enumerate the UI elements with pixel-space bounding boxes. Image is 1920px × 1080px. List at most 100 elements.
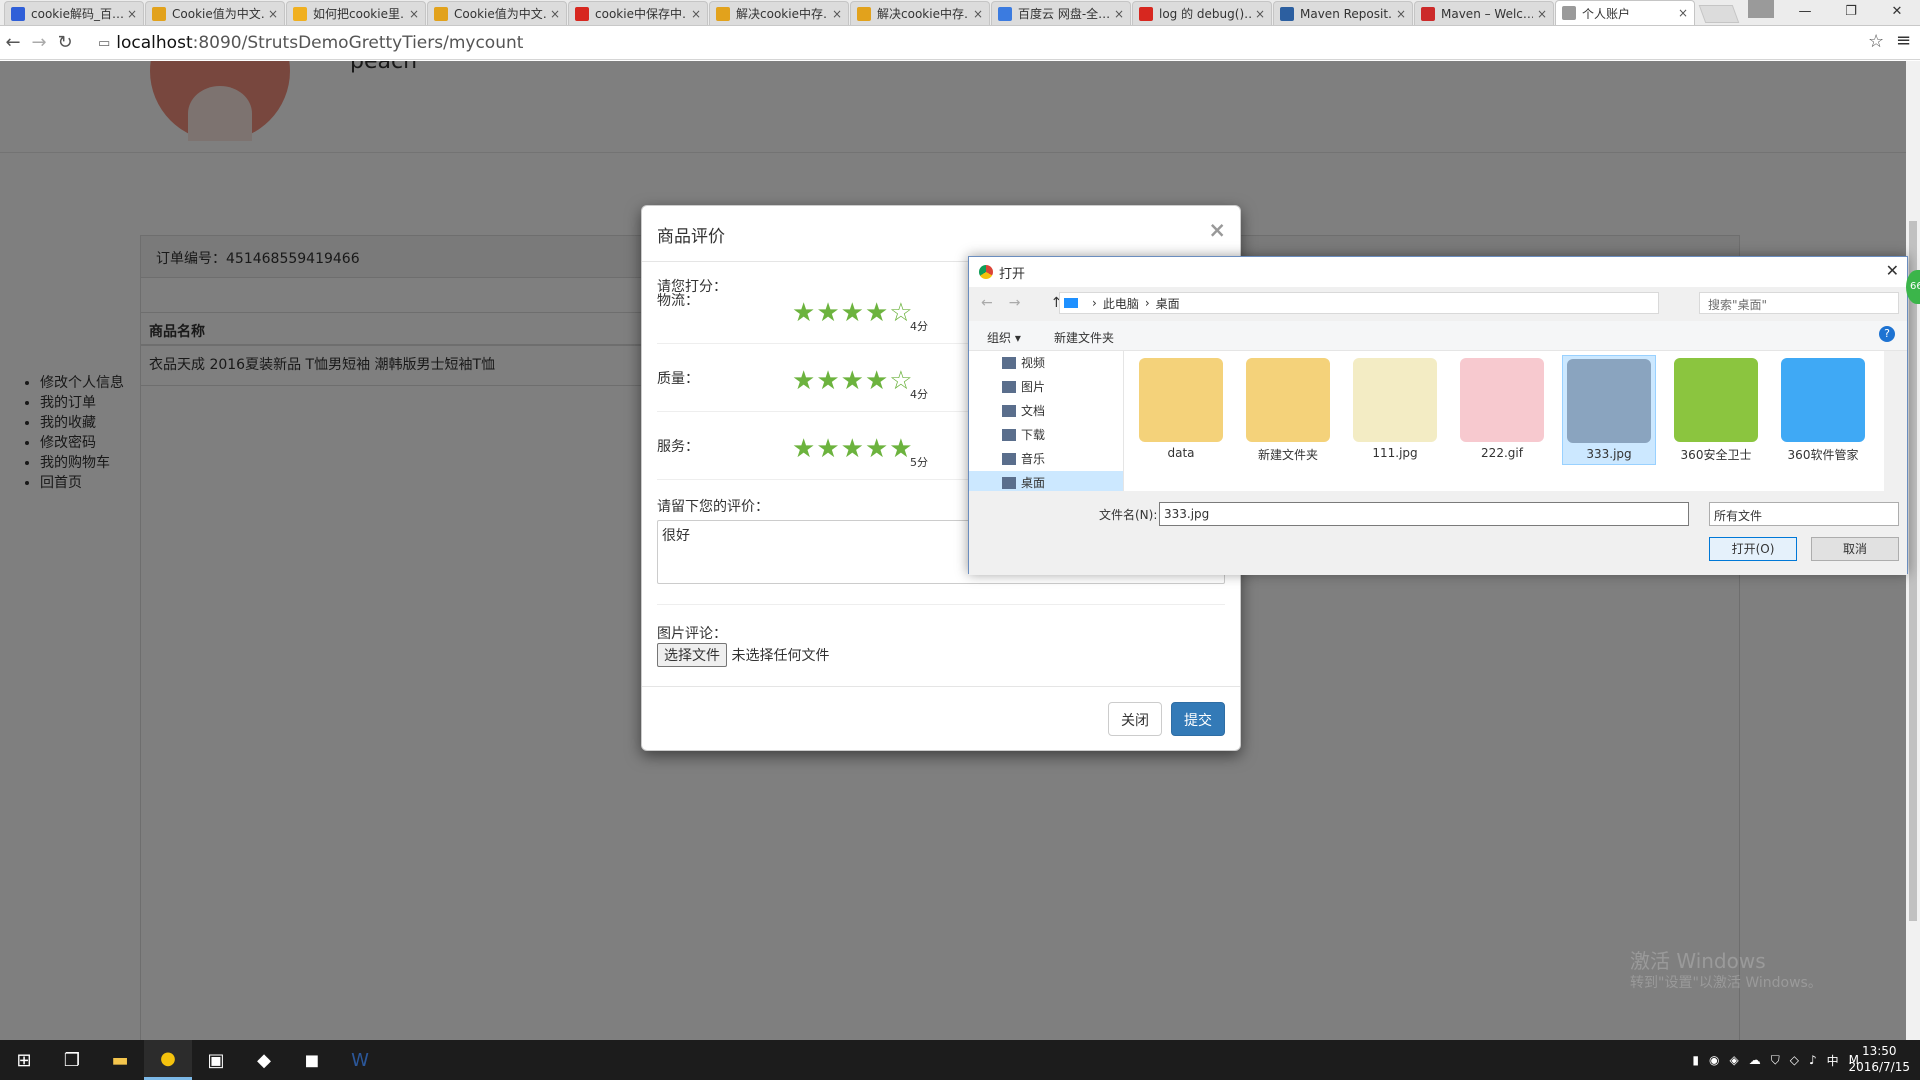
- choose-file-button[interactable]: 选择文件: [657, 643, 727, 667]
- file-list[interactable]: data 新建文件夹 111.jpg 222.gif 333.jpg 360安全卫士 360…: [1124, 351, 1884, 491]
- star-rating[interactable]: ★★★★☆: [792, 298, 914, 328]
- tab-close-icon[interactable]: ×: [973, 7, 983, 21]
- star-filled-icon[interactable]: ★: [792, 434, 816, 464]
- file-item[interactable]: data: [1134, 355, 1228, 465]
- path-bar[interactable]: › 此电脑 › 桌面: [1059, 292, 1659, 314]
- browser-tab[interactable]: 如何把cookie里… ×: [286, 1, 426, 25]
- tray-icon[interactable]: ☁: [1749, 1053, 1761, 1067]
- new-folder-button[interactable]: 新建文件夹: [1054, 329, 1114, 346]
- browser-tab[interactable]: 解决cookie中存… ×: [709, 1, 849, 25]
- browser-tab[interactable]: Maven Reposit… ×: [1273, 1, 1413, 25]
- tab-close-icon[interactable]: ×: [268, 7, 278, 21]
- tree-item[interactable]: 文档: [969, 399, 1123, 423]
- back-arrow-icon[interactable]: ←: [981, 295, 993, 311]
- file-item[interactable]: 360软件管家: [1776, 355, 1870, 465]
- tab-close-icon[interactable]: ×: [1396, 7, 1406, 21]
- file-item[interactable]: 222.gif: [1455, 355, 1549, 465]
- bookmark-star-icon[interactable]: ☆: [1868, 31, 1884, 52]
- page-scrollbar[interactable]: [1906, 61, 1920, 1040]
- browser-tab[interactable]: 解决cookie中存… ×: [850, 1, 990, 25]
- clock[interactable]: 13:50 2016/7/15: [1848, 1043, 1910, 1075]
- tree-item[interactable]: 音乐: [969, 447, 1123, 471]
- path-segment[interactable]: 此电脑: [1103, 295, 1139, 312]
- search-input[interactable]: 搜索"桌面": [1699, 292, 1899, 314]
- star-filled-icon[interactable]: ★: [865, 298, 889, 328]
- star-filled-icon[interactable]: ★: [865, 366, 889, 396]
- help-icon[interactable]: ?: [1879, 326, 1895, 342]
- browser-tab[interactable]: 个人账户 ×: [1555, 0, 1695, 25]
- volume-icon[interactable]: ♪: [1809, 1053, 1817, 1067]
- tab-close-icon[interactable]: ×: [1537, 7, 1547, 21]
- chrome-taskbar-icon[interactable]: ●: [144, 1040, 192, 1080]
- minimize-button[interactable]: —: [1782, 0, 1828, 26]
- file-explorer-icon[interactable]: ▬: [96, 1040, 144, 1080]
- tab-close-icon[interactable]: ×: [127, 7, 137, 21]
- open-button[interactable]: 打开(O): [1709, 537, 1797, 561]
- ime-lang[interactable]: 中: [1827, 1052, 1839, 1069]
- browser-tab[interactable]: 百度云 网盘-全… ×: [991, 1, 1131, 25]
- star-filled-icon[interactable]: ★: [841, 366, 865, 396]
- star-filled-icon[interactable]: ★: [865, 434, 889, 464]
- maximize-button[interactable]: ❐: [1828, 0, 1874, 26]
- start-icon[interactable]: ⊞: [0, 1040, 48, 1080]
- browser-tab[interactable]: log 的 debug()… ×: [1132, 1, 1272, 25]
- browser-tab[interactable]: cookie中保存中… ×: [568, 1, 708, 25]
- filetype-select[interactable]: 所有文件: [1709, 502, 1899, 526]
- tray-icon[interactable]: ◉: [1709, 1053, 1719, 1067]
- dialog-close-icon[interactable]: ✕: [1886, 261, 1899, 280]
- organize-menu[interactable]: 组织 ▾: [987, 329, 1021, 346]
- browser-tab[interactable]: Cookie值为中文… ×: [427, 1, 567, 25]
- app-icon[interactable]: ◼: [288, 1040, 336, 1080]
- submit-button[interactable]: 提交: [1171, 702, 1225, 736]
- browser-tab[interactable]: Cookie值为中文… ×: [145, 1, 285, 25]
- modal-close-icon[interactable]: ×: [1208, 218, 1226, 242]
- tab-close-icon[interactable]: ×: [409, 7, 419, 21]
- tab-close-icon[interactable]: ×: [691, 7, 701, 21]
- tab-close-icon[interactable]: ×: [550, 7, 560, 21]
- star-filled-icon[interactable]: ★: [816, 366, 840, 396]
- tab-close-icon[interactable]: ×: [832, 7, 842, 21]
- word-icon[interactable]: W: [336, 1040, 384, 1080]
- profile-button[interactable]: [1748, 0, 1774, 18]
- network-icon[interactable]: ◇: [1790, 1053, 1799, 1067]
- star-filled-icon[interactable]: ★: [816, 298, 840, 328]
- browser-tab[interactable]: cookie解码_百… ×: [4, 1, 144, 25]
- star-rating[interactable]: ★★★★★: [792, 434, 914, 464]
- file-scrollbar[interactable]: [1884, 351, 1902, 491]
- path-segment[interactable]: 桌面: [1156, 295, 1180, 312]
- task-view-icon[interactable]: ❐: [48, 1040, 96, 1080]
- star-rating[interactable]: ★★★★☆: [792, 366, 914, 396]
- file-item[interactable]: 111.jpg: [1348, 355, 1442, 465]
- app-icon[interactable]: ▣: [192, 1040, 240, 1080]
- back-icon[interactable]: ←: [0, 32, 26, 53]
- tab-close-icon[interactable]: ×: [1255, 7, 1265, 21]
- menu-icon[interactable]: ≡: [1896, 30, 1911, 51]
- star-filled-icon[interactable]: ★: [841, 298, 865, 328]
- tree-item[interactable]: 视频: [969, 351, 1123, 375]
- file-item[interactable]: 360安全卫士: [1669, 355, 1763, 465]
- tree-item[interactable]: 下载: [969, 423, 1123, 447]
- close-window-button[interactable]: ✕: [1874, 0, 1920, 26]
- cancel-button[interactable]: 取消: [1811, 537, 1899, 561]
- new-tab-button[interactable]: [1698, 5, 1740, 23]
- star-filled-icon[interactable]: ★: [816, 434, 840, 464]
- tray-icon[interactable]: ⛉: [1771, 1053, 1780, 1068]
- file-item[interactable]: 新建文件夹: [1241, 355, 1335, 465]
- forward-arrow-icon[interactable]: →: [1009, 295, 1021, 311]
- tree-item[interactable]: 图片: [969, 375, 1123, 399]
- tab-close-icon[interactable]: ×: [1678, 6, 1688, 20]
- reload-icon[interactable]: ↻: [52, 32, 78, 53]
- close-button[interactable]: 关闭: [1108, 702, 1162, 736]
- browser-tab[interactable]: Maven – Welc… ×: [1414, 1, 1554, 25]
- forward-icon[interactable]: →: [26, 32, 52, 53]
- star-filled-icon[interactable]: ★: [792, 298, 816, 328]
- tab-close-icon[interactable]: ×: [1114, 7, 1124, 21]
- url-bar[interactable]: ▭ localhost:8090/StrutsDemoGrettyTiers/m…: [98, 30, 1878, 56]
- tray-icon[interactable]: ◈: [1729, 1053, 1738, 1067]
- file-item[interactable]: 333.jpg: [1562, 355, 1656, 465]
- tray-icon[interactable]: ▮: [1692, 1053, 1699, 1067]
- star-filled-icon[interactable]: ★: [792, 366, 816, 396]
- folder-tree[interactable]: 视频 图片 文档 下载 音乐 桌面: [969, 351, 1124, 495]
- star-filled-icon[interactable]: ★: [841, 434, 865, 464]
- filename-input[interactable]: 333.jpg: [1159, 502, 1689, 526]
